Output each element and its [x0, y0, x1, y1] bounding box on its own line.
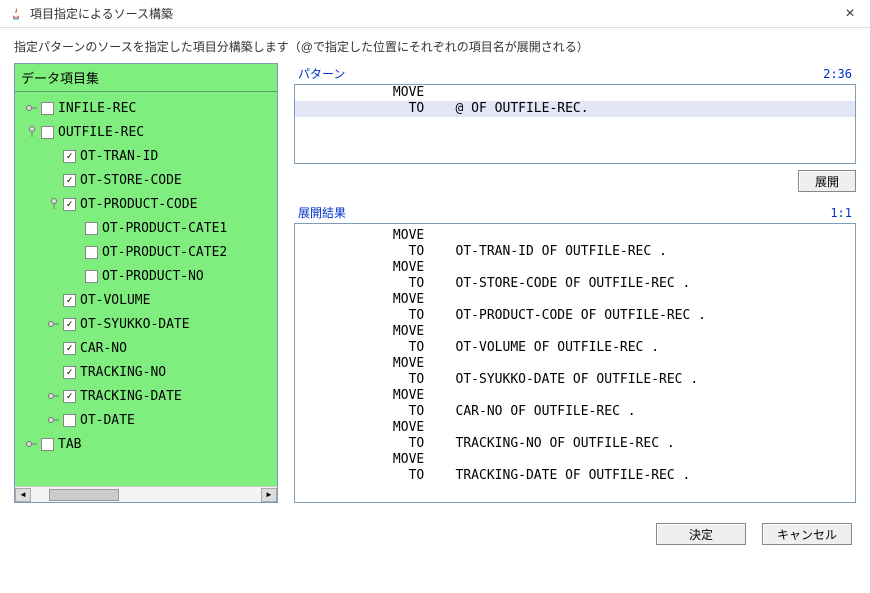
- tree-item[interactable]: TRACKING-DATE: [17, 384, 275, 408]
- title-bar: 項目指定によるソース構築 ×: [0, 0, 870, 28]
- tree-checkbox[interactable]: [63, 198, 76, 211]
- result-line: TO TRACKING-NO OF OUTFILE-REC .: [299, 436, 851, 452]
- tree-checkbox[interactable]: [63, 294, 76, 307]
- tree-item[interactable]: TRACKING-NO: [17, 360, 275, 384]
- main-area: データ項目集 INFILE-REC OUTFILE-REC OT-TRAN-ID OT…: [0, 63, 870, 513]
- tree-checkbox[interactable]: [63, 366, 76, 379]
- pattern-header: パターン 2:36: [294, 63, 856, 84]
- expand-icon[interactable]: [47, 317, 61, 331]
- tree[interactable]: INFILE-REC OUTFILE-REC OT-TRAN-ID OT-STORE-…: [15, 92, 277, 460]
- tree-checkbox[interactable]: [41, 438, 54, 451]
- tree-item[interactable]: OUTFILE-REC: [17, 120, 275, 144]
- scroll-left-button[interactable]: ◄: [15, 488, 31, 502]
- tree-item[interactable]: OT-SYUKKO-DATE: [17, 312, 275, 336]
- result-line: TO CAR-NO OF OUTFILE-REC .: [299, 404, 851, 420]
- tree-checkbox[interactable]: [41, 126, 54, 139]
- tree-checkbox[interactable]: [85, 270, 98, 283]
- result-line: MOVE: [299, 228, 851, 244]
- tree-header: データ項目集: [15, 64, 277, 92]
- result-line: TO OT-PRODUCT-CODE OF OUTFILE-REC .: [299, 308, 851, 324]
- result-title: 展開結果: [298, 204, 346, 221]
- tree-item-label: OT-PRODUCT-CATE1: [102, 221, 227, 236]
- result-line: MOVE: [299, 356, 851, 372]
- pattern-title: パターン: [298, 65, 345, 82]
- scroll-thumb[interactable]: [49, 489, 119, 501]
- tree-item[interactable]: OT-STORE-CODE: [17, 168, 275, 192]
- tree-item-label: OT-PRODUCT-CODE: [80, 197, 197, 212]
- tree-checkbox[interactable]: [63, 150, 76, 163]
- tree-checkbox[interactable]: [85, 246, 98, 259]
- tree-item[interactable]: OT-PRODUCT-CATE2: [17, 240, 275, 264]
- tree-item-label: OT-STORE-CODE: [80, 173, 182, 188]
- tree-item[interactable]: OT-PRODUCT-CATE1: [17, 216, 275, 240]
- result-line: MOVE: [299, 324, 851, 340]
- right-panel: パターン 2:36 MOVE TO @ OF OUTFILE-REC. 展開 展…: [294, 63, 856, 503]
- tree-item-label: OT-VOLUME: [80, 293, 150, 308]
- pattern-editor[interactable]: MOVE TO @ OF OUTFILE-REC.: [294, 84, 856, 164]
- pattern-position: 2:36: [823, 67, 852, 81]
- tree-item-label: OT-PRODUCT-CATE2: [102, 245, 227, 260]
- close-button[interactable]: ×: [838, 5, 862, 23]
- cancel-button[interactable]: キャンセル: [762, 523, 852, 545]
- tree-item-label: CAR-NO: [80, 341, 127, 356]
- result-line: MOVE: [299, 420, 851, 436]
- tree-checkbox[interactable]: [63, 342, 76, 355]
- tree-item-label: INFILE-REC: [58, 101, 136, 116]
- tree-item-label: OT-SYUKKO-DATE: [80, 317, 190, 332]
- tree-item[interactable]: OT-PRODUCT-NO: [17, 264, 275, 288]
- tree-item[interactable]: OT-PRODUCT-CODE: [17, 192, 275, 216]
- java-icon: [8, 6, 24, 22]
- tree-item[interactable]: OT-TRAN-ID: [17, 144, 275, 168]
- expand-icon[interactable]: [25, 437, 39, 451]
- scroll-right-button[interactable]: ►: [261, 488, 277, 502]
- tree-item[interactable]: CAR-NO: [17, 336, 275, 360]
- tree-item-label: OUTFILE-REC: [58, 125, 144, 140]
- result-line: MOVE: [299, 388, 851, 404]
- result-line: TO OT-TRAN-ID OF OUTFILE-REC .: [299, 244, 851, 260]
- result-line: TO OT-SYUKKO-DATE OF OUTFILE-REC .: [299, 372, 851, 388]
- scroll-track[interactable]: [31, 488, 261, 502]
- button-row: 決定 キャンセル: [0, 513, 870, 557]
- result-line: TO OT-STORE-CODE OF OUTFILE-REC .: [299, 276, 851, 292]
- tree-checkbox[interactable]: [63, 174, 76, 187]
- result-viewer[interactable]: MOVE TO OT-TRAN-ID OF OUTFILE-REC . MOVE…: [294, 223, 856, 503]
- result-line: MOVE: [299, 260, 851, 276]
- tree-checkbox[interactable]: [63, 414, 76, 427]
- result-line: MOVE: [299, 292, 851, 308]
- tree-item-label: OT-DATE: [80, 413, 135, 428]
- result-line: TO TRACKING-DATE OF OUTFILE-REC .: [299, 468, 851, 484]
- tree-checkbox[interactable]: [41, 102, 54, 115]
- result-line: MOVE: [299, 452, 851, 468]
- tree-item-label: TAB: [58, 437, 81, 452]
- collapse-icon[interactable]: [25, 125, 39, 139]
- tree-item[interactable]: TAB: [17, 432, 275, 456]
- window-title: 項目指定によるソース構築: [30, 5, 838, 22]
- tree-checkbox[interactable]: [63, 390, 76, 403]
- tree-item-label: TRACKING-NO: [80, 365, 166, 380]
- tree-item-label: OT-PRODUCT-NO: [102, 269, 204, 284]
- tree-container: INFILE-REC OUTFILE-REC OT-TRAN-ID OT-STORE-…: [15, 92, 277, 486]
- expand-icon[interactable]: [47, 389, 61, 403]
- tree-item[interactable]: OT-VOLUME: [17, 288, 275, 312]
- pattern-line[interactable]: MOVE: [295, 85, 855, 101]
- horizontal-scrollbar[interactable]: ◄ ►: [15, 486, 277, 502]
- expand-icon[interactable]: [25, 101, 39, 115]
- tree-item-label: OT-TRAN-ID: [80, 149, 158, 164]
- tree-panel: データ項目集 INFILE-REC OUTFILE-REC OT-TRAN-ID OT…: [14, 63, 278, 503]
- dialog-description: 指定パターンのソースを指定した項目分構築します（@で指定した位置にそれぞれの項目…: [0, 28, 870, 63]
- pattern-line[interactable]: TO @ OF OUTFILE-REC.: [295, 101, 855, 117]
- result-position: 1:1: [830, 206, 852, 220]
- tree-item-label: TRACKING-DATE: [80, 389, 182, 404]
- ok-button[interactable]: 決定: [656, 523, 746, 545]
- result-header: 展開結果 1:1: [294, 202, 856, 223]
- tree-checkbox[interactable]: [85, 222, 98, 235]
- expand-button[interactable]: 展開: [798, 170, 856, 192]
- result-line: TO OT-VOLUME OF OUTFILE-REC .: [299, 340, 851, 356]
- collapse-icon[interactable]: [47, 197, 61, 211]
- tree-item[interactable]: INFILE-REC: [17, 96, 275, 120]
- expand-row: 展開: [294, 164, 856, 202]
- tree-item[interactable]: OT-DATE: [17, 408, 275, 432]
- expand-icon[interactable]: [47, 413, 61, 427]
- tree-checkbox[interactable]: [63, 318, 76, 331]
